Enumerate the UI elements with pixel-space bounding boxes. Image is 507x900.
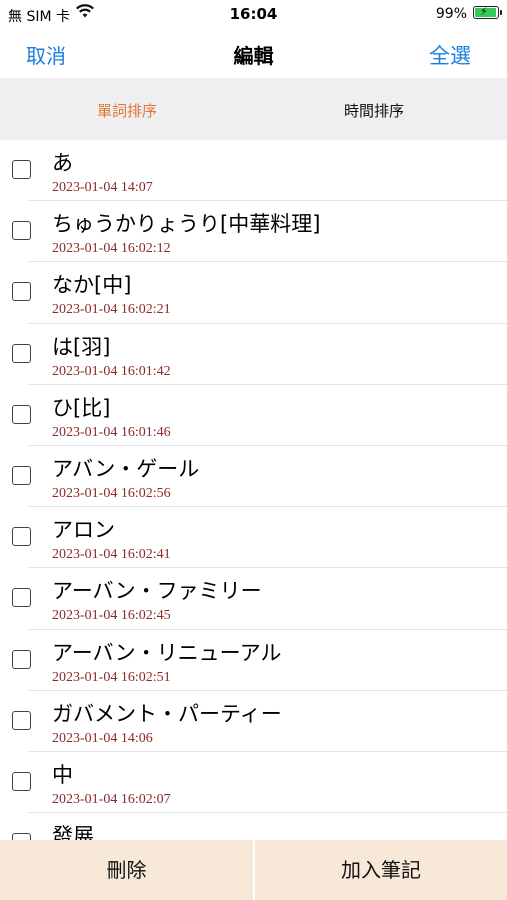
word-label: アロン	[52, 518, 115, 543]
row-checkbox[interactable]	[12, 404, 31, 424]
date-label: 2023-01-04 16:01:46	[52, 424, 171, 440]
list-item[interactable]: アーバン・リニューアル 2023-01-04 16:02:51	[0, 630, 507, 691]
list-item[interactable]: ひ[比] 2023-01-04 16:01:46	[0, 385, 507, 446]
row-checkbox[interactable]	[12, 465, 31, 485]
date-label: 2023-01-04 16:02:21	[52, 302, 171, 318]
list-item[interactable]: アロン 2023-01-04 16:02:41	[0, 507, 507, 569]
date-label: 2023-01-04 16:02:12	[52, 241, 171, 257]
word-label: ちゅうかりょうり[中華料理]	[52, 212, 321, 237]
delete-button[interactable]: 刪除	[0, 840, 253, 900]
row-checkbox[interactable]	[12, 221, 31, 241]
status-bar: 無 SIM 卡 16:04 99% ⚡	[0, 0, 507, 28]
select-all-button[interactable]: 全選	[429, 40, 471, 70]
list-item[interactable]: ちゅうかりょうり[中華料理] 2023-01-04 16:02:12	[0, 201, 507, 263]
row-checkbox[interactable]	[12, 527, 31, 547]
word-label: なか[中]	[52, 273, 132, 298]
word-label: 中	[52, 762, 73, 787]
word-label: アバン・ゲール	[52, 456, 200, 481]
row-checkbox[interactable]	[12, 833, 31, 840]
list-item[interactable]: 發展	[0, 813, 507, 840]
word-label: は[羽]	[52, 334, 111, 359]
list-item[interactable]: なか[中] 2023-01-04 16:02:21	[0, 262, 507, 324]
date-label: 2023-01-04 16:02:41	[52, 547, 171, 563]
date-label: 2023-01-04 16:02:45	[52, 608, 171, 624]
clock: 16:04	[229, 5, 278, 23]
row-checkbox[interactable]	[12, 710, 31, 730]
date-label: 2023-01-04 16:02:56	[52, 485, 171, 501]
sort-segmented-control: 單詞排序 時間排序	[0, 78, 507, 140]
nav-bar: 取消 編輯 全選	[0, 28, 507, 78]
bottom-action-bar: 刪除 加入筆記	[0, 840, 507, 900]
battery-percent: 99%	[435, 6, 467, 22]
word-label: 發展	[52, 824, 94, 840]
list-item[interactable]: 中 2023-01-04 16:02:07	[0, 752, 507, 814]
add-to-notes-button[interactable]: 加入筆記	[255, 840, 507, 900]
date-label: 2023-01-04 14:07	[52, 180, 153, 195]
row-checkbox[interactable]	[12, 282, 31, 302]
row-checkbox[interactable]	[12, 343, 31, 363]
list-item[interactable]: アーバン・ファミリー 2023-01-04 16:02:45	[0, 568, 507, 630]
word-label: アーバン・リニューアル	[52, 640, 282, 665]
word-label: アーバン・ファミリー	[52, 579, 262, 604]
word-list: あ 2023-01-04 14:07 ちゅうかりょうり[中華料理] 2023-01-…	[0, 140, 507, 840]
word-label: あ	[52, 151, 73, 175]
row-checkbox[interactable]	[12, 160, 31, 179]
tab-time-sort[interactable]: 時間排序	[344, 100, 404, 121]
date-label: 2023-01-04 16:02:51	[52, 669, 171, 685]
date-label: 2023-01-04 16:01:42	[52, 363, 171, 379]
word-label: ひ[比]	[52, 395, 111, 420]
row-checkbox[interactable]	[12, 649, 31, 669]
list-item[interactable]: は[羽] 2023-01-04 16:01:42	[0, 324, 507, 385]
word-label: ガバメント・パーティー	[52, 701, 282, 726]
list-item[interactable]: あ 2023-01-04 14:07	[0, 140, 507, 202]
date-label: 2023-01-04 14:06	[52, 730, 153, 746]
date-label: 2023-01-04 16:02:07	[52, 791, 171, 807]
list-item[interactable]: ガバメント・パーティー 2023-01-04 14:06	[0, 691, 507, 752]
row-checkbox[interactable]	[12, 771, 31, 791]
row-checkbox[interactable]	[12, 588, 31, 608]
battery-icon: ⚡	[473, 5, 502, 19]
tab-word-sort[interactable]: 單詞排序	[97, 100, 157, 121]
list-item[interactable]: アバン・ゲール 2023-01-04 16:02:56	[0, 446, 507, 508]
